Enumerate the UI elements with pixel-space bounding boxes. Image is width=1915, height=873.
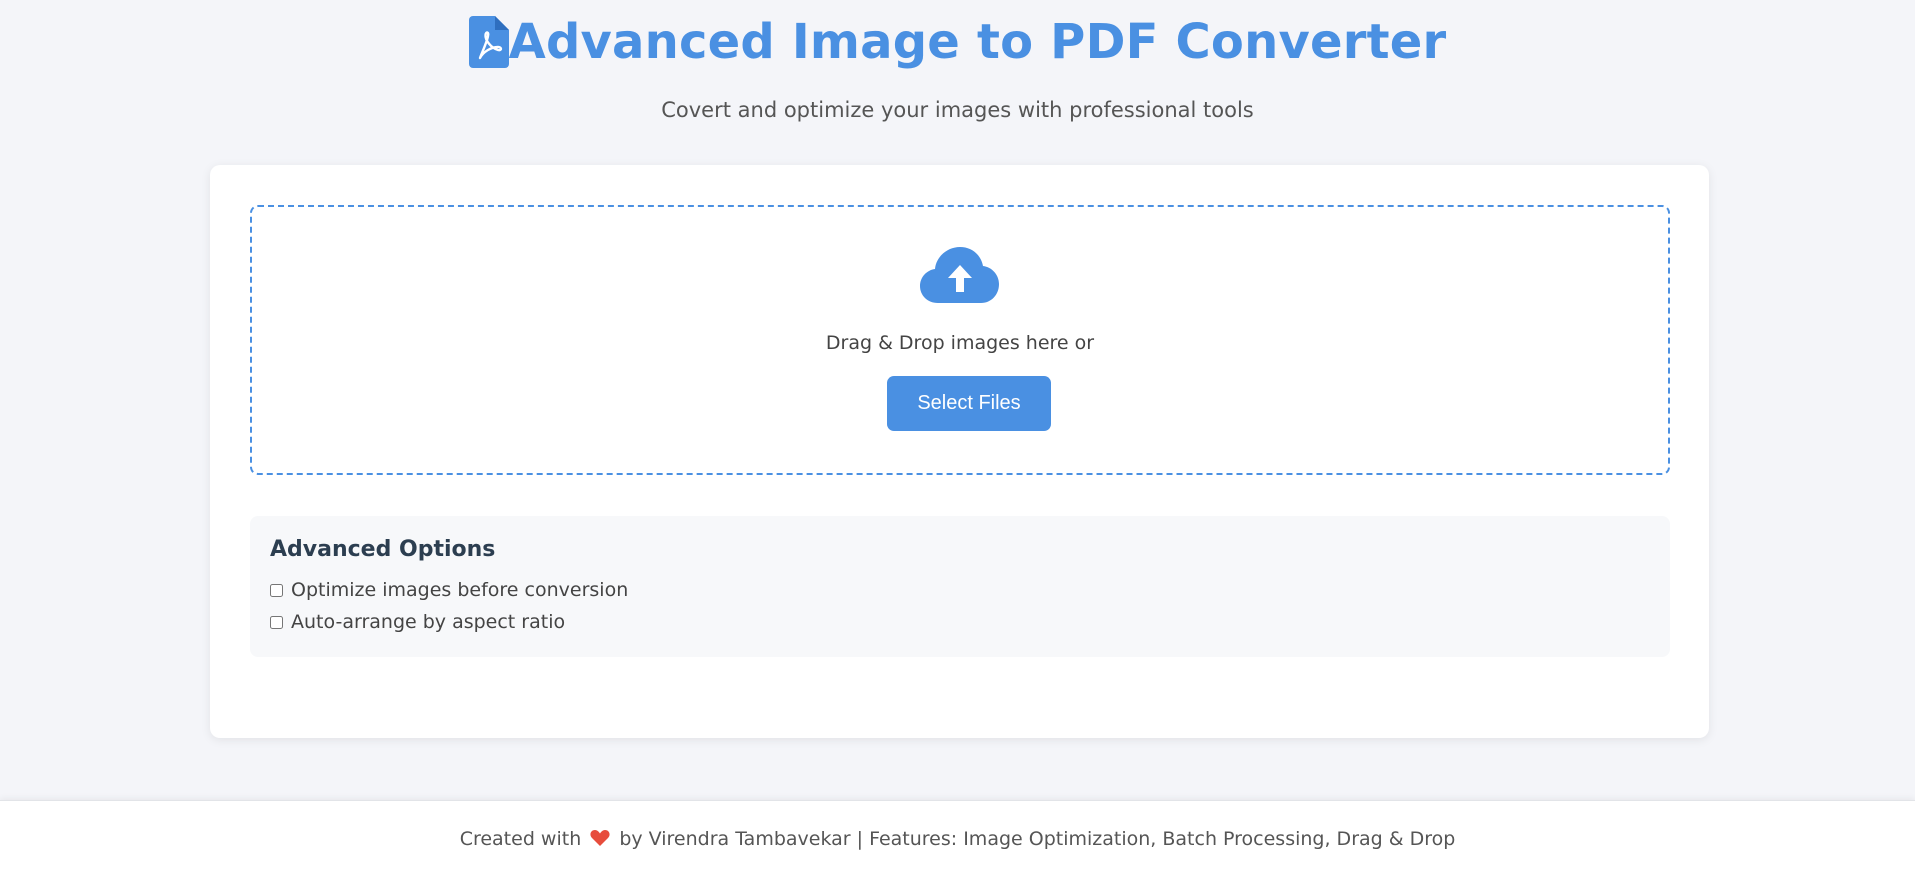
heart-icon bbox=[590, 829, 610, 847]
auto-arrange-checkbox[interactable] bbox=[270, 615, 283, 629]
optimize-images-checkbox[interactable] bbox=[270, 583, 283, 597]
auto-arrange-option[interactable]: Auto-arrange by aspect ratio bbox=[270, 611, 565, 633]
page-footer: Created with by Virendra Tambavekar | Fe… bbox=[0, 800, 1915, 873]
footer-credits: Created with by Virendra Tambavekar | Fe… bbox=[0, 828, 1915, 850]
page-subtitle: Covert and optimize your images with pro… bbox=[661, 98, 1254, 122]
cloud-upload-icon bbox=[920, 247, 1000, 305]
auto-arrange-label: Auto-arrange by aspect ratio bbox=[291, 611, 566, 633]
optimize-images-option[interactable]: Optimize images before conversion bbox=[270, 579, 628, 601]
footer-prefix: Created with bbox=[459, 828, 582, 850]
file-pdf-icon bbox=[468, 16, 509, 68]
converter-card: Drag & Drop images here or Select Files … bbox=[210, 165, 1709, 738]
advanced-options-panel: Advanced Options Optimize images before … bbox=[250, 516, 1670, 657]
page-title: Advanced Image to PDF Converter bbox=[508, 14, 1447, 70]
page-header: Advanced Image to PDF Converter Covert a… bbox=[0, 0, 1915, 122]
advanced-options-heading: Advanced Options bbox=[270, 537, 496, 562]
drop-zone[interactable]: Drag & Drop images here or Select Files bbox=[250, 205, 1670, 475]
select-files-button[interactable]: Select Files bbox=[887, 376, 1051, 431]
drop-instructions: Drag & Drop images here or bbox=[825, 332, 1095, 354]
footer-suffix: by Virendra Tambavekar | Features: Image… bbox=[619, 828, 1456, 850]
title-row: Advanced Image to PDF Converter bbox=[0, 14, 1915, 70]
optimize-images-label: Optimize images before conversion bbox=[291, 579, 629, 601]
